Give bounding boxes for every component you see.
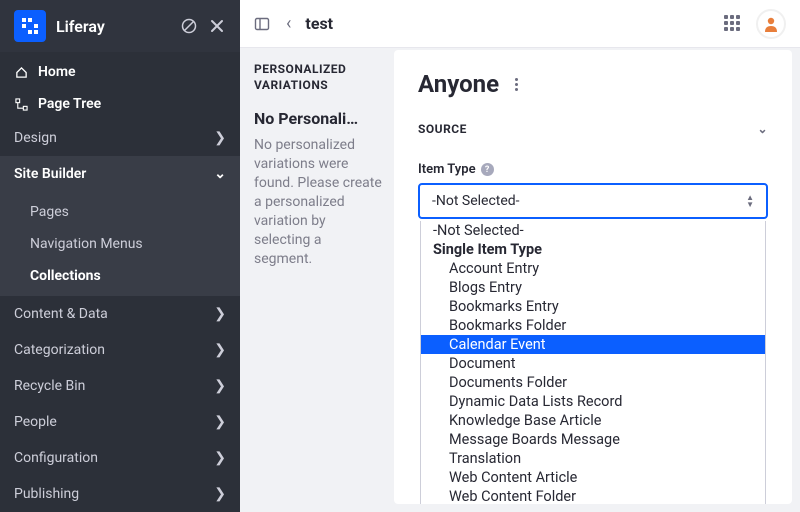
- option-message-boards-message[interactable]: Message Boards Message: [421, 430, 765, 449]
- user-avatar[interactable]: [756, 9, 786, 39]
- brand-bar: Liferay: [0, 0, 240, 52]
- kebab-menu-icon[interactable]: [511, 74, 522, 95]
- page-title: test: [305, 14, 710, 33]
- chevron-right-icon: ❯: [214, 378, 226, 394]
- topbar: ‹ test: [240, 0, 800, 48]
- nav-section-content-data[interactable]: Content & Data❯: [0, 296, 240, 332]
- compass-icon[interactable]: [180, 17, 198, 35]
- source-label: SOURCE: [418, 122, 467, 136]
- apps-icon[interactable]: [724, 15, 742, 33]
- option-account-entry[interactable]: Account Entry: [421, 259, 765, 278]
- variations-heading: PERSONALIZED VARIATIONS: [254, 62, 382, 93]
- nav-section-configuration[interactable]: Configuration❯: [0, 440, 240, 476]
- sidebar: Liferay Home Page Tree Design❯ Site Buil…: [0, 0, 240, 512]
- nav-page-tree[interactable]: Page Tree: [0, 88, 240, 120]
- nav-section-categorization[interactable]: Categorization❯: [0, 332, 240, 368]
- option-blogs-entry[interactable]: Blogs Entry: [421, 278, 765, 297]
- nav-section-design[interactable]: Design❯: [0, 120, 240, 156]
- panel-toggle-icon[interactable]: [254, 16, 270, 32]
- nav-page-tree-label: Page Tree: [38, 96, 226, 112]
- variations-panel: PERSONALIZED VARIATIONS No Personali… No…: [240, 48, 392, 512]
- main: ‹ test PERSONALIZED VARIATIONS No Person…: [240, 0, 800, 512]
- option-dynamic-data-lists-record[interactable]: Dynamic Data Lists Record: [421, 392, 765, 411]
- nav: Home Page Tree Design❯ Site Builder⌄ Pag…: [0, 52, 240, 512]
- nav-section-publishing[interactable]: Publishing❯: [0, 476, 240, 512]
- content: PERSONALIZED VARIATIONS No Personali… No…: [240, 48, 800, 512]
- chevron-right-icon: ❯: [214, 130, 226, 146]
- item-type-label: Item Type ?: [418, 162, 768, 177]
- brand-name: Liferay: [56, 17, 170, 36]
- option-web-content-article[interactable]: Web Content Article: [421, 468, 765, 487]
- variations-body: No personalized variations were found. P…: [254, 136, 382, 268]
- select-arrows-icon: ▲▼: [746, 194, 754, 208]
- brand-logo: [14, 10, 46, 42]
- nav-section-site-builder[interactable]: Site Builder⌄: [0, 156, 240, 192]
- nav-item-collections[interactable]: Collections: [0, 260, 240, 292]
- nav-item-navigation-menus[interactable]: Navigation Menus: [0, 228, 240, 260]
- nav-item-pages[interactable]: Pages: [0, 196, 240, 228]
- variations-title: No Personali…: [254, 109, 382, 128]
- chevron-right-icon: ❯: [214, 414, 226, 430]
- home-icon: [14, 66, 28, 79]
- chevron-down-icon: ⌄: [757, 122, 768, 136]
- item-type-select[interactable]: -Not Selected- ▲▼ -Not Selected-Single I…: [418, 183, 768, 219]
- option-web-content-folder[interactable]: Web Content Folder: [421, 487, 765, 504]
- nav-home-label: Home: [38, 64, 226, 80]
- chevron-right-icon: ❯: [214, 342, 226, 358]
- nav-section-people[interactable]: People❯: [0, 404, 240, 440]
- chevron-down-icon: ⌄: [214, 166, 226, 182]
- select-value: -Not Selected-: [432, 193, 746, 209]
- nav-section-recycle-bin[interactable]: Recycle Bin❯: [0, 368, 240, 404]
- back-button[interactable]: ‹: [286, 13, 291, 34]
- chevron-right-icon: ❯: [214, 450, 226, 466]
- collection-card: Anyone SOURCE ⌄ Item Type ? -Not Selecte…: [394, 50, 792, 504]
- item-type-dropdown: -Not Selected-Single Item TypeAccount En…: [420, 221, 766, 504]
- option-knowledge-base-article[interactable]: Knowledge Base Article: [421, 411, 765, 430]
- option-translation[interactable]: Translation: [421, 449, 765, 468]
- chevron-right-icon: ❯: [214, 486, 226, 502]
- option-bookmarks-entry[interactable]: Bookmarks Entry: [421, 297, 765, 316]
- option-document[interactable]: Document: [421, 354, 765, 373]
- card-title: Anyone: [418, 70, 499, 98]
- nav-home[interactable]: Home: [0, 56, 240, 88]
- option-documents-folder[interactable]: Documents Folder: [421, 373, 765, 392]
- option-bookmarks-folder[interactable]: Bookmarks Folder: [421, 316, 765, 335]
- help-icon[interactable]: ?: [481, 163, 494, 176]
- optgroup-single: Single Item Type: [421, 240, 765, 259]
- nav-subsection-site-builder: Pages Navigation Menus Collections: [0, 192, 240, 296]
- tree-icon: [14, 98, 28, 111]
- option-calendar-event[interactable]: Calendar Event: [421, 335, 765, 354]
- chevron-right-icon: ❯: [214, 306, 226, 322]
- card-header: Anyone: [418, 70, 768, 98]
- source-section-header[interactable]: SOURCE ⌄: [418, 122, 768, 136]
- close-icon[interactable]: [208, 17, 226, 35]
- option-not-selected[interactable]: -Not Selected-: [421, 221, 765, 240]
